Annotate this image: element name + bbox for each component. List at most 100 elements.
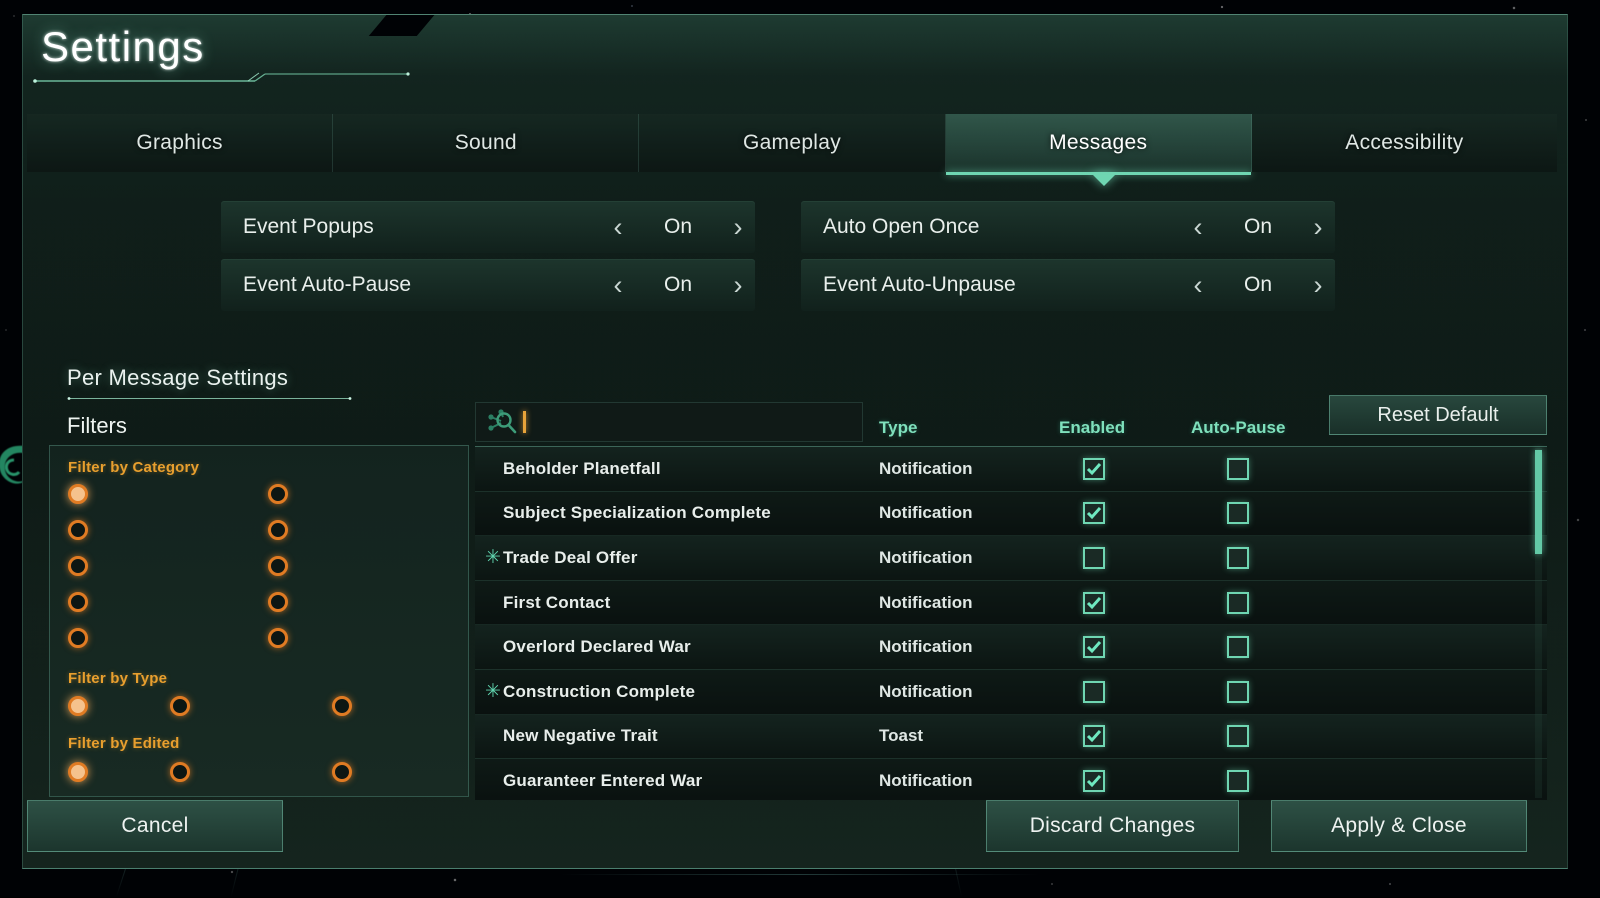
option-value: On (1215, 215, 1301, 239)
tab-accessibility[interactable]: Accessibility (1252, 114, 1557, 172)
message-name: Overlord Declared War (503, 637, 691, 657)
table-row[interactable]: Overlord Declared War Notification (475, 625, 1547, 670)
filter-type-toast[interactable] (332, 696, 361, 716)
tab-label: Sound (455, 131, 517, 155)
enabled-checkbox[interactable] (1083, 502, 1105, 524)
filter-category-leaders[interactable] (268, 484, 297, 504)
table-row[interactable]: First Contact Notification (475, 581, 1547, 626)
filter-category-fleets[interactable] (68, 592, 97, 612)
cancel-label: Cancel (121, 814, 188, 838)
radio-icon (332, 762, 352, 782)
next-value-arrow-icon[interactable]: › (721, 272, 755, 299)
reset-default-label: Reset Default (1377, 404, 1498, 427)
search-input[interactable] (475, 402, 863, 442)
option-value: On (635, 273, 721, 297)
page-title-container: Settings (41, 23, 205, 71)
radio-icon (170, 762, 190, 782)
prev-value-arrow-icon[interactable]: ‹ (1181, 272, 1215, 299)
message-type: Notification (879, 459, 973, 479)
radio-icon (68, 484, 88, 504)
enabled-checkbox[interactable] (1083, 636, 1105, 658)
tab-sound[interactable]: Sound (333, 114, 639, 172)
auto-pause-checkbox[interactable] (1227, 458, 1249, 480)
option-value: On (635, 215, 721, 239)
tab-label: Graphics (136, 131, 222, 155)
apply-close-label: Apply & Close (1331, 814, 1467, 838)
radio-icon (68, 696, 88, 716)
auto-pause-checkbox[interactable] (1227, 770, 1249, 792)
radio-icon (268, 484, 288, 504)
table-row[interactable]: New Negative Trait Toast (475, 715, 1547, 760)
next-value-arrow-icon[interactable]: › (1301, 272, 1335, 299)
settings-tab-bar[interactable]: Graphics Sound Gameplay Messages Accessi… (27, 114, 1557, 172)
message-name: Trade Deal Offer (503, 548, 638, 568)
filter-edited-edited[interactable] (332, 762, 361, 782)
filter-category-science[interactable] (268, 592, 297, 612)
tab-messages[interactable]: Messages (946, 114, 1252, 172)
filter-category-all[interactable] (68, 484, 97, 504)
option-row-event-popups[interactable]: Event Popups ‹ On › (221, 201, 755, 253)
next-value-arrow-icon[interactable]: › (1301, 214, 1335, 241)
column-header-type: Type (879, 418, 917, 438)
filter-edited-any[interactable] (68, 762, 97, 782)
option-row-event-auto-pause[interactable]: Event Auto-Pause ‹ On › (221, 259, 755, 311)
radio-icon (268, 556, 288, 576)
prev-value-arrow-icon[interactable]: ‹ (601, 214, 635, 241)
enabled-checkbox[interactable] (1083, 681, 1105, 703)
table-row[interactable]: Beholder Planetfall Notification (475, 447, 1547, 492)
per-message-settings-heading: Per Message Settings (67, 365, 288, 391)
tab-label: Gameplay (743, 131, 841, 155)
filter-type-all[interactable] (68, 696, 97, 716)
message-settings-table[interactable]: Beholder Planetfall Notification Subject… (475, 446, 1547, 800)
discard-changes-button[interactable]: Discard Changes (986, 800, 1239, 852)
tab-gameplay[interactable]: Gameplay (639, 114, 945, 172)
table-scrollbar[interactable] (1535, 448, 1542, 798)
prev-value-arrow-icon[interactable]: ‹ (1181, 214, 1215, 241)
filter-category-military[interactable] (268, 520, 297, 540)
message-type: Notification (879, 503, 973, 523)
radio-icon (268, 520, 288, 540)
enabled-checkbox[interactable] (1083, 547, 1105, 569)
filter-edited-unchanged[interactable] (170, 762, 199, 782)
option-row-auto-open-once[interactable]: Auto Open Once ‹ On › (801, 201, 1335, 253)
auto-pause-checkbox[interactable] (1227, 547, 1249, 569)
radio-icon (268, 592, 288, 612)
filter-category-government[interactable] (68, 628, 97, 648)
filter-category-other[interactable] (268, 628, 297, 648)
option-value: On (1215, 273, 1301, 297)
radio-icon (170, 696, 190, 716)
enabled-checkbox[interactable] (1083, 770, 1105, 792)
auto-pause-checkbox[interactable] (1227, 502, 1249, 524)
auto-pause-checkbox[interactable] (1227, 681, 1249, 703)
auto-pause-checkbox[interactable] (1227, 636, 1249, 658)
column-header-auto-pause: Auto-Pause (1191, 418, 1285, 438)
table-row[interactable]: Guaranteer Entered War Notification (475, 759, 1547, 800)
section-underline-decoration (67, 397, 352, 400)
enabled-checkbox[interactable] (1083, 592, 1105, 614)
option-label: Event Auto-Pause (243, 273, 601, 297)
settings-window: Settings Graphics Sound Gameplay Message… (22, 14, 1568, 869)
enabled-checkbox[interactable] (1083, 725, 1105, 747)
cancel-button[interactable]: Cancel (27, 800, 283, 852)
prev-value-arrow-icon[interactable]: ‹ (601, 272, 635, 299)
filter-type-notification[interactable] (170, 696, 199, 716)
scrollbar-thumb[interactable] (1535, 450, 1542, 554)
option-row-event-auto-unpause[interactable]: Event Auto-Unpause ‹ On › (801, 259, 1335, 311)
apply-close-button[interactable]: Apply & Close (1271, 800, 1527, 852)
table-row[interactable]: ✳ Construction Complete Notification (475, 670, 1547, 715)
filter-category-planets[interactable] (268, 556, 297, 576)
message-name: First Contact (503, 593, 610, 613)
message-type: Toast (879, 726, 923, 746)
next-value-arrow-icon[interactable]: › (721, 214, 755, 241)
filter-category-diplomacy[interactable] (68, 520, 97, 540)
table-row[interactable]: ✳ Trade Deal Offer Notification (475, 536, 1547, 581)
tab-label: Messages (1049, 131, 1147, 155)
enabled-checkbox[interactable] (1083, 458, 1105, 480)
auto-pause-checkbox[interactable] (1227, 592, 1249, 614)
auto-pause-checkbox[interactable] (1227, 725, 1249, 747)
filter-category-economy[interactable] (68, 556, 97, 576)
reset-default-button[interactable]: Reset Default (1329, 395, 1547, 435)
message-type: Notification (879, 771, 973, 791)
tab-graphics[interactable]: Graphics (27, 114, 333, 172)
table-row[interactable]: Subject Specialization Complete Notifica… (475, 492, 1547, 537)
